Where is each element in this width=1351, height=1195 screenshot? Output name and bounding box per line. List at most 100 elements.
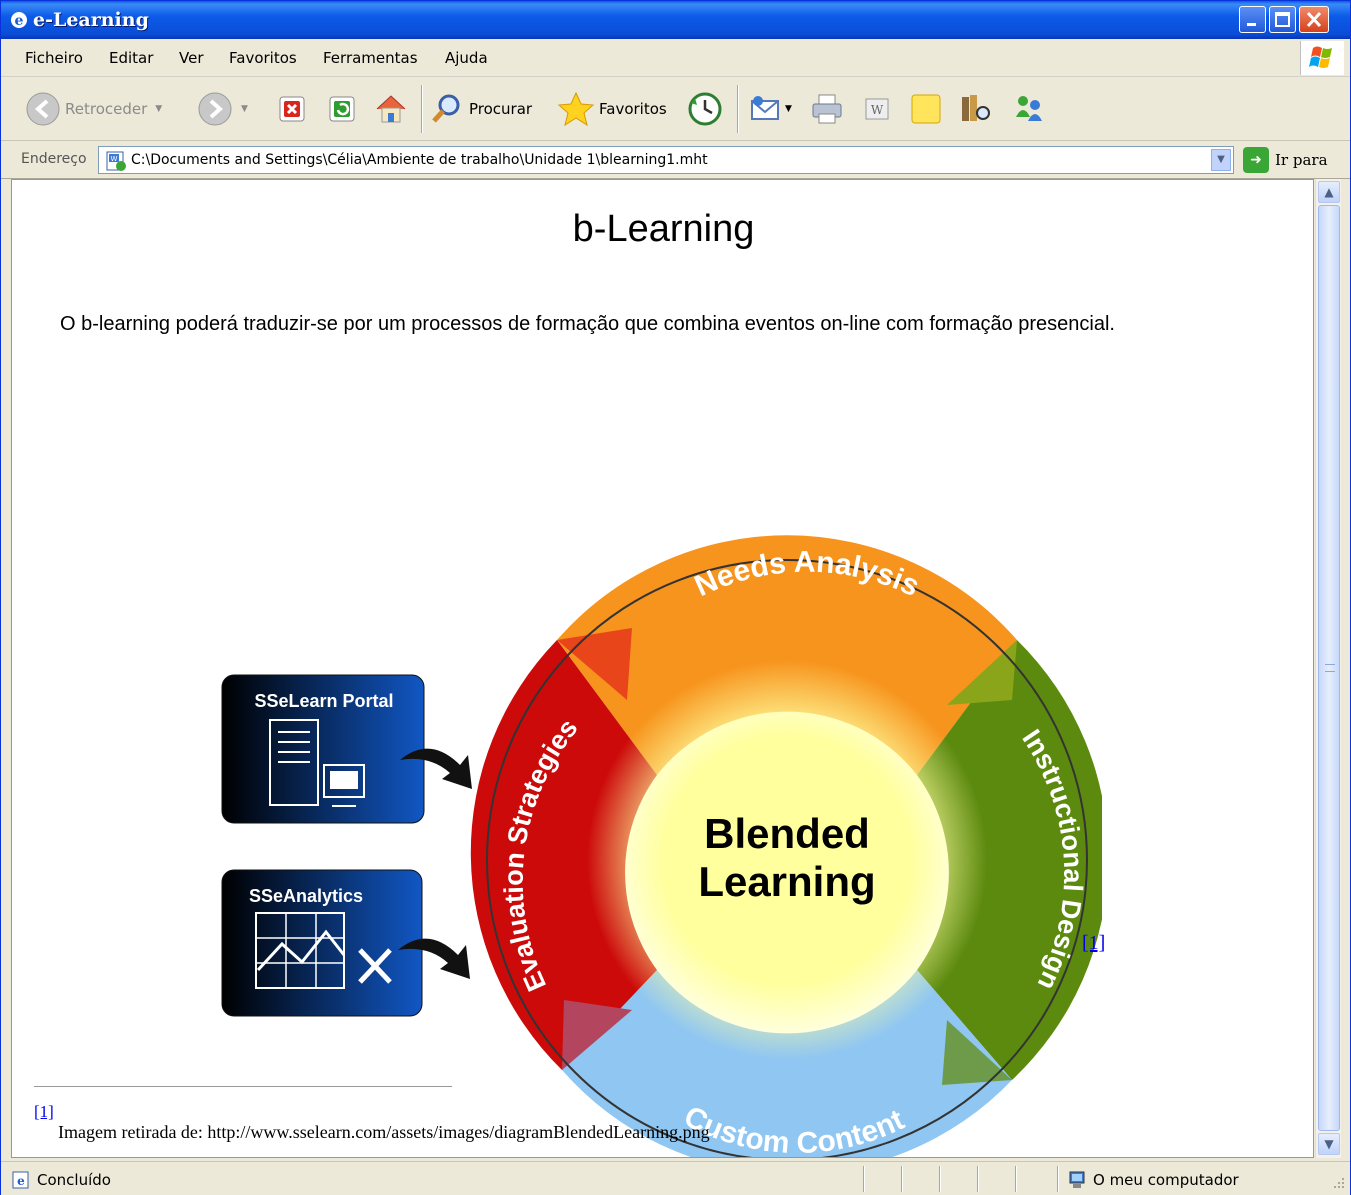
status-separator [1015,1166,1017,1192]
close-button[interactable] [1299,6,1329,33]
chevron-down-icon: ▼ [1217,154,1225,165]
vertical-scrollbar[interactable]: ▲ ▼ [1315,179,1341,1158]
home-icon [376,95,406,123]
window-title: e-Learning [33,9,149,31]
go-arrow-icon: ➜ [1243,147,1269,173]
scrollbar-grip-icon [1325,664,1335,672]
internet-explorer-icon: e [11,12,27,29]
footnote-number-link[interactable]: [1] [34,1102,54,1122]
center-label-line2: Learning [698,858,875,905]
minimize-button[interactable] [1239,6,1266,33]
toolbar-separator [737,85,739,133]
page-content: b-Learning O b-learning poderá traduzir-… [11,179,1314,1158]
footnote-divider [34,1086,452,1087]
address-bar: Endereço W C:\Documents and Settings\Cél… [1,141,1350,179]
favorites-button[interactable]: Favoritos [557,89,667,129]
footnote-text: Imagem retirada de: http://www.sselearn.… [58,1122,710,1142]
mail-icon [751,96,779,120]
print-button[interactable] [809,89,845,129]
maximize-icon [1275,12,1290,27]
my-computer-icon [1069,1171,1085,1188]
chevron-down-icon[interactable]: ▼ [241,104,248,114]
printer-icon [812,94,842,124]
page-title: b-Learning [572,208,755,250]
back-button[interactable]: Retroceder ▼ [25,89,162,129]
history-icon [688,92,722,126]
chevron-down-icon[interactable]: ▼ [155,104,162,114]
go-label: Ir para [1275,151,1328,169]
menu-editar[interactable]: Editar [109,49,153,67]
security-zone-text: O meu computador [1093,1171,1239,1189]
research-books-icon [962,95,990,121]
home-button[interactable] [373,89,409,129]
word-document-icon: W [865,98,889,120]
chevron-down-icon[interactable]: ▼ [785,104,792,114]
menu-ferramentas[interactable]: Ferramentas [323,49,418,67]
back-label: Retroceder [65,100,148,118]
close-icon [1306,11,1322,28]
status-separator [977,1166,979,1192]
search-icon [432,94,460,123]
chevron-up-icon: ▲ [1324,185,1334,199]
windows-logo-icon [1300,41,1344,75]
forward-arrow-icon [198,92,232,126]
sseanalytics-label: SSeAnalytics [249,886,363,906]
resize-grip-icon[interactable] [1332,1176,1346,1190]
stop-icon [279,96,305,122]
browser-window: e e-Learning Ficheiro Editar Ver Favorit… [0,0,1351,1195]
go-button[interactable]: ➜ Ir para [1243,147,1328,173]
search-button[interactable]: Procurar [429,89,532,129]
status-separator [1057,1166,1059,1192]
favorites-label: Favoritos [599,100,667,118]
scroll-down-button[interactable]: ▼ [1318,1133,1340,1155]
refresh-icon [329,96,355,122]
toolbar: Retroceder ▼ ▼ Procurar Favoritos ▼ W [1,77,1350,141]
edit-word-button[interactable]: W [863,89,891,129]
menu-bar: Ficheiro Editar Ver Favoritos Ferramenta… [1,39,1350,77]
star-icon [557,91,595,127]
forward-button[interactable]: ▼ [197,89,248,129]
mail-button[interactable]: ▼ [749,89,792,129]
status-separator [901,1166,903,1192]
status-separator [939,1166,941,1192]
menu-ver[interactable]: Ver [179,49,204,67]
sselearn-portal-label: SSeLearn Portal [254,691,393,711]
menu-ajuda[interactable]: Ajuda [445,49,488,67]
page-done-icon: e [12,1171,29,1189]
chevron-down-icon: ▼ [1324,1137,1334,1151]
sselearn-portal-box: SSeLearn Portal [221,674,425,824]
menu-ficheiro[interactable]: Ficheiro [25,49,83,67]
blended-learning-diagram: Blended Learning Needs Analysis Instruct… [221,535,1102,1157]
search-label: Procurar [469,100,533,118]
menu-favoritos[interactable]: Favoritos [229,49,297,67]
scroll-up-button[interactable]: ▲ [1318,181,1340,203]
messenger-button[interactable] [1011,89,1047,129]
title-bar[interactable]: e e-Learning [1,1,1350,39]
stop-button[interactable] [277,89,307,129]
svg-text:W: W [871,103,884,117]
status-bar: e Concluído O meu computador [1,1161,1350,1195]
address-value[interactable]: C:\Documents and Settings\Célia\Ambiente… [131,152,708,168]
intro-paragraph: O b-learning poderá traduzir-se por um p… [60,313,1115,335]
history-button[interactable] [687,89,723,129]
address-input[interactable]: W C:\Documents and Settings\Célia\Ambien… [98,146,1234,174]
note-icon [911,94,941,124]
refresh-button[interactable] [327,89,357,129]
toolbar-separator [421,85,423,133]
maximize-button[interactable] [1269,6,1296,33]
minimize-icon [1247,23,1256,26]
sseanalytics-box: SSeAnalytics [221,869,423,1017]
address-label: Endereço [21,151,87,167]
svg-text:e: e [15,13,24,29]
svg-text:e: e [17,1174,25,1188]
center-label-line1: Blended [704,810,870,857]
svg-text:W: W [111,155,118,163]
status-text: Concluído [37,1171,111,1189]
address-dropdown-button[interactable]: ▼ [1211,149,1231,171]
status-separator [863,1166,865,1192]
discuss-button[interactable] [909,89,945,129]
footnote-reference-link[interactable]: [1] [1082,932,1105,955]
mht-document-icon: W [106,151,126,171]
scrollbar-thumb[interactable] [1318,205,1340,1131]
research-button[interactable] [957,89,993,129]
